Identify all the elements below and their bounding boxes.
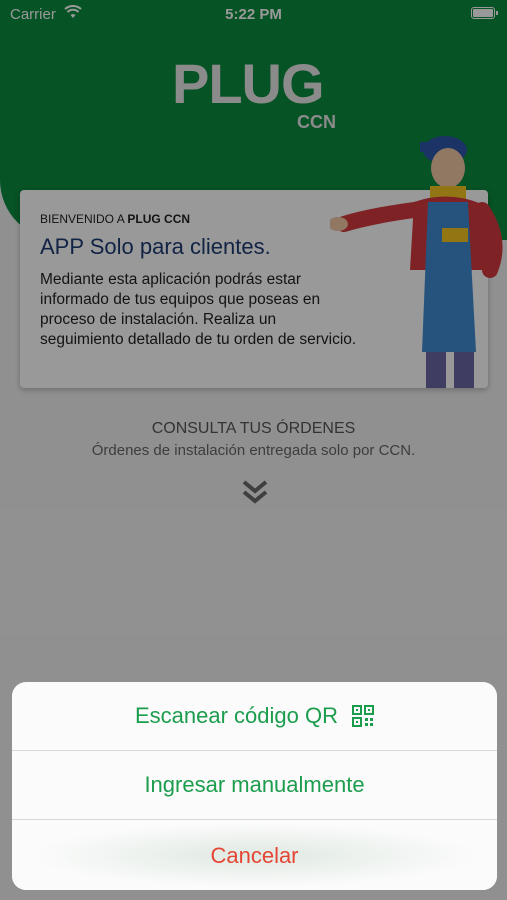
action-sheet: Escanear código QR Ingresar manualmente … bbox=[12, 682, 497, 890]
qr-code-icon bbox=[352, 705, 374, 727]
manual-entry-button[interactable]: Ingresar manualmente bbox=[12, 751, 497, 820]
scan-qr-button[interactable]: Escanear código QR bbox=[12, 682, 497, 751]
scan-qr-label: Escanear código QR bbox=[135, 703, 338, 728]
cancel-button[interactable]: Cancelar bbox=[12, 821, 497, 890]
